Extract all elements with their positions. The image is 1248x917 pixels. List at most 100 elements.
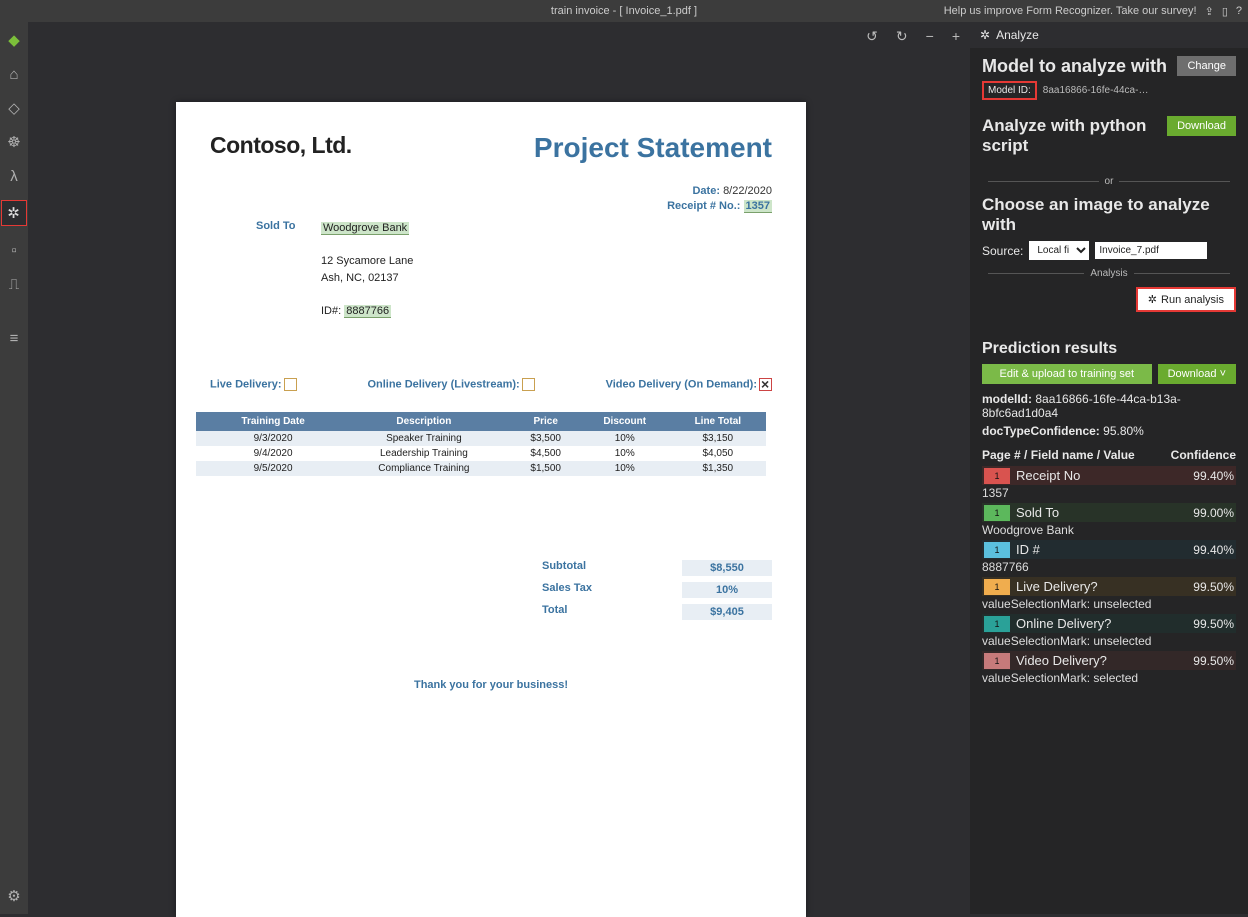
share-icon[interactable]: ⇪	[1205, 5, 1214, 18]
confidence: 99.00%	[1193, 506, 1234, 520]
analyze-icon[interactable]: ✲	[1, 200, 27, 226]
script-heading: Analyze with python script	[982, 116, 1167, 156]
tax-label: Sales Tax	[542, 582, 592, 598]
modelid-label: modelId:	[982, 392, 1032, 406]
app-logo-icon[interactable]: ◆	[4, 30, 24, 50]
check-video-label: Video Delivery (On Demand):	[606, 378, 757, 390]
doctype-conf-label: docTypeConfidence:	[982, 424, 1100, 438]
total-label: Total	[542, 604, 567, 620]
result-row[interactable]: 1Sold To99.00%Woodgrove Bank	[982, 503, 1236, 540]
field-value: 8887766	[982, 559, 1236, 577]
address-line-2: Ash, NC, 02137	[321, 272, 399, 284]
results-list: 1Receipt No99.40%13571Sold To99.00%Woodg…	[982, 466, 1236, 688]
model-heading: Model to analyze with	[982, 56, 1167, 77]
line-items-table: Training Date Description Price Discount…	[196, 412, 766, 480]
field-name: Sold To	[1016, 505, 1193, 520]
result-row[interactable]: 1Receipt No99.40%1357	[982, 466, 1236, 503]
change-button[interactable]: Change	[1177, 56, 1236, 76]
subtotal-value: $8,550	[682, 560, 772, 576]
confidence: 99.50%	[1193, 654, 1234, 668]
page-tag: 1	[984, 579, 1010, 595]
check-live	[284, 378, 297, 391]
compose-icon[interactable]: λ	[4, 166, 24, 186]
zoom-in-icon[interactable]: +	[952, 28, 960, 45]
undo-icon[interactable]: ↺	[866, 28, 878, 45]
totals-block: Subtotal $8,550 Sales Tax 10% Total $9,405	[542, 557, 772, 623]
source-select[interactable]: Local file	[1029, 241, 1089, 260]
edit-upload-button[interactable]: Edit & upload to training set	[982, 364, 1152, 384]
id-label: ID#:	[321, 305, 341, 317]
result-row[interactable]: 1Live Delivery?99.50%valueSelectionMark:…	[982, 577, 1236, 614]
model-id-label: Model ID:	[982, 81, 1037, 100]
panel-icon[interactable]: ▯	[1222, 5, 1228, 18]
check-online	[522, 378, 535, 391]
thanks-message: Thank you for your business!	[176, 679, 806, 691]
date-value: 8/22/2020	[723, 185, 772, 197]
list-icon[interactable]: ≡	[4, 328, 24, 348]
table-row: 9/5/2020Compliance Training$1,50010%$1,3…	[196, 461, 766, 476]
soldto-label: Sold To	[256, 220, 296, 232]
title-bar: train invoice - [ Invoice_1.pdf ] Help u…	[0, 0, 1248, 22]
train-icon[interactable]: ☸	[4, 132, 24, 152]
result-row[interactable]: 1Video Delivery?99.50%valueSelectionMark…	[982, 651, 1236, 688]
source-label: Source:	[982, 244, 1023, 258]
canvas-area: ↺ ↻ − + Contoso, Ltd. Project Statement …	[28, 22, 970, 914]
file-input[interactable]	[1095, 242, 1207, 259]
tax-value: 10%	[682, 582, 772, 598]
home-icon[interactable]: ⌂	[4, 64, 24, 84]
th-date: Training Date	[210, 412, 336, 431]
connect-icon[interactable]: ⎍	[4, 274, 24, 294]
soldto-name: Woodgrove Bank	[321, 222, 409, 235]
zoom-out-icon[interactable]: −	[926, 28, 934, 45]
tag-icon[interactable]: ◇	[4, 98, 24, 118]
field-value: valueSelectionMark: selected	[982, 670, 1236, 688]
check-live-label: Live Delivery:	[210, 378, 282, 390]
id-value: 8887766	[344, 305, 391, 318]
prediction-heading: Prediction results	[982, 340, 1236, 358]
sparkle-icon: ✲	[1148, 293, 1157, 306]
subtotal-label: Subtotal	[542, 560, 586, 576]
survey-link[interactable]: Help us improve Form Recognizer. Take ou…	[944, 5, 1197, 17]
th-disc: Discount	[580, 412, 670, 431]
or-divider: or	[982, 176, 1236, 187]
check-online-label: Online Delivery (Livestream):	[367, 378, 519, 390]
receipt-value: 1357	[744, 200, 772, 213]
field-name: Receipt No	[1016, 468, 1193, 483]
th-price: Price	[512, 412, 580, 431]
download-script-button[interactable]: Download	[1167, 116, 1236, 136]
table-row: 9/4/2020Leadership Training$4,50010%$4,0…	[196, 446, 766, 461]
doctype-conf-value: 95.80%	[1103, 424, 1144, 438]
address-line-1: 12 Sycamore Lane	[321, 255, 413, 267]
th-desc: Description	[336, 412, 511, 431]
page-tag: 1	[984, 616, 1010, 632]
download-results-button[interactable]: Download ˅	[1158, 364, 1236, 384]
result-row[interactable]: 1ID #99.40%8887766	[982, 540, 1236, 577]
statement-heading: Project Statement	[534, 132, 772, 164]
model-id-value: 8aa16866-16fe-44ca-b13a-8bfc6a...	[1043, 85, 1149, 96]
result-row[interactable]: 1Online Delivery?99.50%valueSelectionMar…	[982, 614, 1236, 651]
page-tag: 1	[984, 505, 1010, 521]
run-analysis-button[interactable]: ✲Run analysis	[1136, 287, 1236, 312]
choose-heading: Choose an image to analyze with	[982, 195, 1236, 235]
date-label: Date:	[692, 185, 720, 197]
field-name: Video Delivery?	[1016, 653, 1193, 668]
field-name: Live Delivery?	[1016, 579, 1193, 594]
confidence: 99.40%	[1193, 543, 1234, 557]
address-block: Woodgrove Bank 12 Sycamore Lane Ash, NC,…	[321, 220, 413, 319]
sparkle-icon: ✲	[980, 28, 990, 42]
panel-title: Analyze	[996, 28, 1039, 42]
confidence: 99.50%	[1193, 617, 1234, 631]
confidence: 99.40%	[1193, 469, 1234, 483]
canvas-toolbar: ↺ ↻ − +	[866, 28, 960, 45]
document-icon[interactable]: ▫	[4, 240, 24, 260]
left-nav: ◆ ⌂ ◇ ☸ λ ✲ ▫ ⎍ ≡ ⚙	[0, 22, 28, 914]
total-value: $9,405	[682, 604, 772, 620]
delivery-checks: Live Delivery: Online Delivery (Livestre…	[210, 378, 772, 391]
document-page: Contoso, Ltd. Project Statement Date: 8/…	[176, 102, 806, 917]
page-tag: 1	[984, 468, 1010, 484]
redo-icon[interactable]: ↻	[896, 28, 908, 45]
help-icon[interactable]: ?	[1236, 5, 1242, 17]
receipt-label: Receipt # No.:	[667, 200, 740, 212]
settings-icon[interactable]: ⚙	[4, 886, 24, 906]
document-title: train invoice - [ Invoice_1.pdf ]	[551, 5, 697, 17]
